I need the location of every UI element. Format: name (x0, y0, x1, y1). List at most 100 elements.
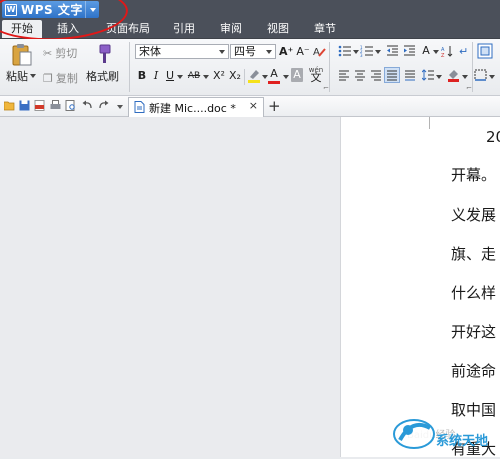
scissors-icon: ✂ (43, 46, 53, 60)
shrink-font-button[interactable]: A⁻ (296, 45, 310, 59)
group-expand-icon[interactable]: ⌐ (323, 84, 329, 92)
chevron-down-icon[interactable] (433, 50, 439, 54)
borders-icon[interactable] (474, 69, 487, 81)
redo-icon[interactable] (98, 100, 109, 111)
svg-text:↵: ↵ (459, 45, 468, 57)
chevron-down-icon[interactable] (283, 75, 289, 79)
document-tab-title: 新建 Mic....doc * (149, 102, 236, 115)
distributed-align-icon[interactable] (404, 70, 416, 81)
subscript-button[interactable]: X₂ (228, 69, 242, 83)
chevron-down-icon[interactable] (436, 75, 442, 79)
copy-label: 复制 (55, 72, 78, 85)
paste-button[interactable]: 粘贴 (6, 68, 36, 84)
highlighter-icon[interactable] (247, 68, 261, 83)
brush-icon[interactable] (95, 44, 113, 64)
paragraph-mark-icon[interactable]: ↵ (458, 45, 469, 57)
line-spacing-icon[interactable] (422, 69, 435, 81)
new-tab-button[interactable]: + (268, 97, 281, 115)
undo-icon[interactable] (82, 100, 93, 111)
ribbon-divider (329, 42, 330, 92)
tab-chapter[interactable]: 章节 (307, 20, 343, 38)
tab-insert[interactable]: 插入 (48, 20, 88, 38)
bullet-list-icon[interactable] (338, 45, 352, 57)
chevron-down-icon[interactable] (462, 75, 468, 79)
font-size-value: 四号 (234, 45, 256, 58)
font-name-select[interactable]: 宋体 (135, 44, 229, 59)
open-folder-icon[interactable] (4, 100, 15, 111)
app-menu-dropdown[interactable] (85, 1, 99, 18)
clear-format-icon[interactable]: A (312, 45, 326, 58)
chevron-down-icon (30, 74, 36, 78)
chevron-down-icon (219, 50, 225, 54)
menu-tab-bar: 开始 插入 页面布局 引用 审阅 视图 章节 (0, 19, 500, 39)
tab-page-layout[interactable]: 页面布局 (100, 20, 156, 38)
increase-indent-icon[interactable] (403, 45, 416, 57)
chevron-down-icon[interactable] (375, 50, 381, 54)
app-title: WPS 文字 (21, 3, 83, 17)
chevron-down-icon (89, 7, 96, 12)
export-pdf-icon[interactable] (34, 100, 45, 111)
document-line: 开幕。 (451, 166, 497, 184)
align-center-icon[interactable] (354, 70, 366, 81)
align-justify-button[interactable] (384, 67, 400, 83)
save-icon[interactable] (19, 100, 30, 111)
sort-icon[interactable]: AZ (441, 45, 453, 57)
document-line: 义发展 (451, 206, 497, 224)
copy-icon: ❐ (43, 71, 53, 85)
print-icon[interactable] (50, 100, 61, 111)
numbered-list-icon[interactable]: 123 (360, 45, 374, 57)
document-line: 20 (486, 128, 500, 146)
title-bar: W WPS 文字 (0, 0, 500, 19)
chevron-down-icon[interactable] (203, 75, 209, 79)
italic-button[interactable]: I (151, 69, 161, 83)
ribbon-start: 粘贴 ✂ 剪切 ❐ 复制 格式刷 宋体 四号 A⁺ A⁻ A B I U AB … (0, 39, 500, 96)
chevron-down-icon (266, 50, 272, 54)
char-shading-button[interactable]: A (291, 68, 303, 82)
tab-view[interactable]: 视图 (260, 20, 296, 38)
change-case-button[interactable]: A (420, 44, 432, 58)
document-tab[interactable]: 新建 Mic....doc * × (128, 97, 264, 117)
text-box-icon[interactable] (477, 43, 493, 59)
bold-button[interactable]: B (136, 69, 148, 83)
tab-review[interactable]: 审阅 (213, 20, 249, 38)
align-right-icon[interactable] (370, 70, 382, 81)
group-expand-icon[interactable]: ⌐ (466, 84, 472, 92)
svg-text:Z: Z (441, 53, 445, 57)
tab-references[interactable]: 引用 (166, 20, 202, 38)
align-left-icon[interactable] (338, 70, 350, 81)
chevron-down-icon[interactable] (353, 50, 359, 54)
font-color-button[interactable]: A (268, 67, 280, 84)
ribbon-divider (129, 42, 130, 92)
chevron-down-icon[interactable] (489, 75, 495, 79)
svg-text:3: 3 (360, 53, 363, 57)
superscript-button[interactable]: X² (212, 69, 226, 83)
paste-label: 粘贴 (6, 70, 28, 83)
decrease-indent-icon[interactable] (386, 45, 399, 57)
cut-button[interactable]: ✂ 剪切 (43, 45, 77, 61)
copy-button[interactable]: ❐ 复制 (43, 70, 78, 86)
phonetic-guide-button[interactable]: 文 (307, 71, 325, 85)
font-color-letter: A (270, 67, 278, 80)
font-name-value: 宋体 (139, 45, 161, 58)
chevron-down-icon[interactable] (117, 105, 123, 109)
grow-font-button[interactable]: A⁺ (279, 45, 293, 59)
underline-button[interactable]: U (165, 69, 175, 83)
wps-app-menu-button[interactable]: W WPS 文字 (2, 1, 99, 18)
document-line: 开好这 (451, 323, 497, 341)
print-preview-icon[interactable] (65, 100, 76, 111)
tab-start[interactable]: 开始 (2, 20, 42, 38)
svg-text:A: A (313, 47, 320, 58)
margin-corner-mark (429, 117, 430, 129)
document-icon (134, 101, 145, 113)
watermark-text: 系统天地 (436, 434, 489, 449)
ribbon-divider (472, 42, 473, 92)
format-painter-button[interactable]: 格式刷 (86, 68, 119, 84)
paste-icon[interactable] (11, 43, 33, 67)
shading-icon[interactable] (447, 68, 460, 82)
close-tab-icon[interactable]: × (249, 99, 258, 112)
font-size-select[interactable]: 四号 (230, 44, 276, 59)
format-painter-label: 格式刷 (86, 70, 119, 83)
chevron-down-icon[interactable] (177, 75, 183, 79)
document-line: 前途命 (451, 362, 497, 380)
strikethrough-button[interactable]: AB (186, 69, 202, 83)
